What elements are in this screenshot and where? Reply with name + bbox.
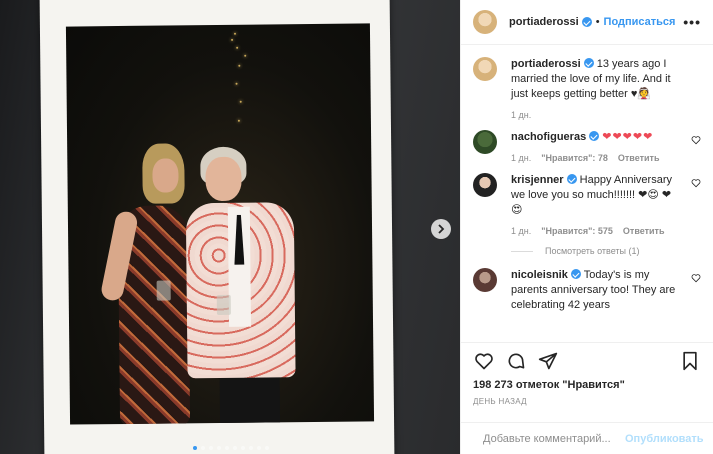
bookmark-icon[interactable] xyxy=(679,350,701,372)
view-replies-button[interactable]: Посмотреть ответы (1) xyxy=(511,246,701,256)
string-lights xyxy=(66,23,370,122)
carousel-dot xyxy=(201,446,205,450)
verified-badge-icon xyxy=(566,174,577,184)
polaroid-frame xyxy=(39,0,395,454)
post-actions xyxy=(461,343,713,379)
like-comment-heart-icon[interactable] xyxy=(691,178,701,188)
comment-icon[interactable] xyxy=(505,350,527,372)
carousel-dot xyxy=(257,446,261,450)
caption-comment: portiaderossi 13 years ago I married the… xyxy=(473,57,701,120)
avatar[interactable] xyxy=(473,268,497,292)
comment-username[interactable]: nachofigueras xyxy=(511,131,586,143)
comment-input[interactable] xyxy=(483,432,625,445)
avatar[interactable] xyxy=(473,130,497,154)
comment-likes[interactable]: "Нравится": 78 xyxy=(541,153,608,163)
chevron-right-icon xyxy=(438,224,445,234)
carousel-dot xyxy=(217,446,221,450)
verified-badge-icon xyxy=(570,269,581,279)
comment-item: nachofigueras ❤❤❤❤❤ 1 дн. "Нравится": 78… xyxy=(473,130,701,163)
heart-icon[interactable] xyxy=(473,350,495,372)
comment-item: krisjenner Happy Anniversary we love you… xyxy=(473,173,701,236)
post-photo[interactable] xyxy=(65,23,375,425)
carousel-dot xyxy=(225,446,229,450)
carousel-dot xyxy=(241,446,245,450)
carousel-dot xyxy=(233,446,237,450)
separator-dot: • xyxy=(595,16,600,28)
follow-button[interactable]: Подписаться xyxy=(604,16,676,28)
comments-list[interactable]: portiaderossi 13 years ago I married the… xyxy=(461,45,713,343)
person-left-face xyxy=(152,158,179,193)
reply-button[interactable]: Ответить xyxy=(618,153,660,163)
like-comment-heart-icon[interactable] xyxy=(691,135,701,145)
add-comment-bar: Опубликовать xyxy=(461,422,713,454)
more-options-icon[interactable]: ••• xyxy=(683,14,701,30)
post-media xyxy=(0,0,460,454)
comment-username[interactable]: krisjenner xyxy=(511,174,564,186)
share-icon[interactable] xyxy=(537,350,559,372)
avatar[interactable] xyxy=(473,57,497,81)
avatar[interactable] xyxy=(473,173,497,197)
glass-left xyxy=(156,280,171,301)
comment-hearts: ❤❤❤❤❤ xyxy=(602,131,654,143)
likes-count[interactable]: 198 273 отметок "Нравится" xyxy=(461,379,713,391)
carousel-dot xyxy=(209,446,213,450)
author-avatar[interactable] xyxy=(473,10,497,34)
verified-badge-icon xyxy=(583,58,594,68)
carousel-dot xyxy=(265,446,269,450)
comment-time[interactable]: 1 дн. xyxy=(511,226,531,236)
post-header: portiaderossi • Подписаться ••• xyxy=(461,0,713,45)
comment-username[interactable]: nicoleisnik xyxy=(511,269,568,281)
post-date[interactable]: ДЕНЬ НАЗАД xyxy=(461,391,713,406)
person-right-face xyxy=(205,156,242,202)
verified-badge-icon xyxy=(589,131,600,141)
carousel-dots xyxy=(193,446,269,450)
comment-item: nicoleisnik Today's is my parents annive… xyxy=(473,268,701,313)
post-sidebar: portiaderossi • Подписаться ••• portiade… xyxy=(460,0,713,454)
reply-button[interactable]: Ответить xyxy=(623,226,665,236)
publish-button[interactable]: Опубликовать xyxy=(625,433,704,445)
glass-right xyxy=(216,294,231,316)
carousel-next-button[interactable] xyxy=(431,219,451,239)
carousel-dot xyxy=(249,446,253,450)
like-comment-heart-icon[interactable] xyxy=(691,273,701,283)
verified-badge-icon xyxy=(581,17,592,27)
comment-username[interactable]: portiaderossi xyxy=(511,58,581,70)
comment-likes[interactable]: "Нравится": 575 xyxy=(541,226,613,236)
author-username[interactable]: portiaderossi xyxy=(509,16,579,28)
comment-time[interactable]: 1 дн. xyxy=(511,153,531,163)
comment-time[interactable]: 1 дн. xyxy=(511,110,531,120)
carousel-dot xyxy=(193,446,197,450)
